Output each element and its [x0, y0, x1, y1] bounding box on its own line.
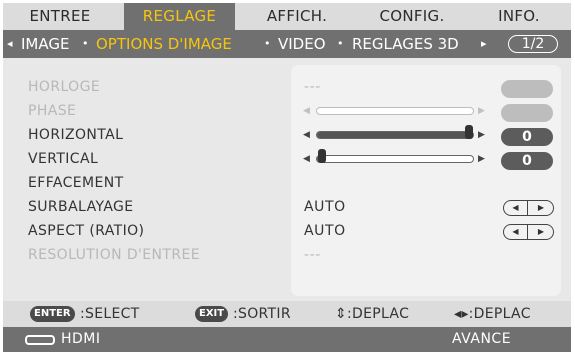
slider-left-arrow-icon[interactable]: ◀ — [303, 152, 310, 166]
surbalayage-label[interactable]: SURBALAYAGE — [28, 199, 134, 215]
slider-right-arrow-icon[interactable]: ▶ — [478, 152, 485, 166]
updown-hint: ⇕:DEPLAC — [335, 306, 410, 322]
slider-right-arrow-icon[interactable]: ▶ — [478, 128, 485, 142]
tab-affich[interactable]: AFFICH. — [251, 3, 343, 30]
status-bar: HDMI AVANCE — [3, 327, 571, 352]
slider-left-arrow-icon: ◀ — [303, 106, 310, 116]
horizontal-slider[interactable]: ◀ ▶ — [303, 125, 485, 142]
submenu-bullet: • — [337, 37, 344, 50]
exit-hint: :SORTIR — [233, 306, 291, 322]
effacement-label[interactable]: EFFACEMENT — [28, 175, 124, 191]
phase-value-box — [501, 104, 553, 122]
leftright-hint: ◂▸:DEPLAC — [454, 306, 531, 322]
value-panel — [291, 65, 561, 296]
enter-hint: :SELECT — [80, 306, 140, 322]
slider-track[interactable] — [316, 131, 474, 139]
submenu-right-arrow-icon[interactable]: ▸ — [481, 30, 487, 58]
submenu-bullet: • — [264, 37, 271, 50]
submenu-item-options-image[interactable]: OPTIONS D'IMAGE — [96, 30, 232, 58]
slider-track[interactable] — [316, 155, 474, 163]
right-arrow-icon[interactable]: ▶ — [529, 201, 553, 215]
submenu-item-video[interactable]: VIDEO — [278, 30, 326, 58]
menu-mode: AVANCE — [452, 331, 512, 347]
key-hints-bar: ENTER :SELECT EXIT :SORTIR ⇕:DEPLAC ◂▸:D… — [3, 301, 571, 327]
exit-key-icon: EXIT — [195, 306, 229, 322]
tab-entree[interactable]: ENTREE — [15, 3, 105, 30]
surbalayage-value: AUTO — [304, 199, 346, 215]
osd-menu: ENTREE REGLAGE AFFICH. CONFIG. INFO. ◂ I… — [3, 3, 571, 352]
tab-info[interactable]: INFO. — [477, 3, 561, 30]
phase-label: PHASE — [28, 103, 77, 119]
submenu-page-indicator: 1/2 — [508, 35, 558, 53]
phase-slider: ◀ ▶ — [303, 104, 485, 118]
vertical-label[interactable]: VERTICAL — [28, 151, 98, 167]
tab-reglage[interactable]: REGLAGE — [124, 3, 235, 30]
slider-knob[interactable] — [465, 125, 474, 139]
right-arrow-icon[interactable]: ▶ — [529, 225, 553, 239]
surbalayage-selector[interactable]: ◀ ▶ — [503, 200, 554, 216]
submenu-bullet: • — [82, 37, 89, 50]
resolution-label: RESOLUTION D'ENTREE — [28, 247, 200, 263]
resolution-value: --- — [304, 247, 321, 263]
tab-config[interactable]: CONFIG. — [363, 3, 461, 30]
submenu-bar: ◂ IMAGE • OPTIONS D'IMAGE • VIDEO • REGL… — [3, 30, 571, 58]
aspect-value: AUTO — [304, 223, 346, 239]
horloge-label: HORLOGE — [28, 79, 101, 95]
aspect-label[interactable]: ASPECT (RATIO) — [28, 223, 144, 239]
aspect-selector[interactable]: ◀ ▶ — [503, 224, 554, 240]
enter-key-icon: ENTER — [30, 306, 75, 322]
slider-track — [316, 107, 474, 115]
horloge-value: --- — [304, 79, 321, 95]
horizontal-value: 0 — [501, 128, 553, 146]
submenu-left-arrow-icon[interactable]: ◂ — [7, 30, 13, 58]
vertical-value: 0 — [501, 152, 553, 170]
horizontal-label[interactable]: HORIZONTAL — [28, 127, 123, 143]
input-source: HDMI — [61, 331, 101, 347]
slider-knob[interactable] — [318, 149, 327, 163]
hdmi-icon — [25, 335, 55, 345]
slider-right-arrow-icon: ▶ — [478, 106, 485, 116]
slider-fill — [317, 132, 469, 138]
vertical-slider[interactable]: ◀ ▶ — [303, 149, 485, 166]
slider-left-arrow-icon[interactable]: ◀ — [303, 128, 310, 142]
submenu-item-reglages-3d[interactable]: REGLAGES 3D — [352, 30, 459, 58]
submenu-item-image[interactable]: IMAGE — [21, 30, 69, 58]
horloge-value-box — [501, 80, 553, 98]
left-arrow-icon[interactable]: ◀ — [504, 225, 528, 239]
tab-bar: ENTREE REGLAGE AFFICH. CONFIG. INFO. — [3, 3, 571, 30]
settings-panel: HORLOGE --- PHASE ◀ ▶ HORIZONTAL ◀ ▶ 0 V… — [3, 58, 571, 301]
left-arrow-icon[interactable]: ◀ — [504, 201, 528, 215]
